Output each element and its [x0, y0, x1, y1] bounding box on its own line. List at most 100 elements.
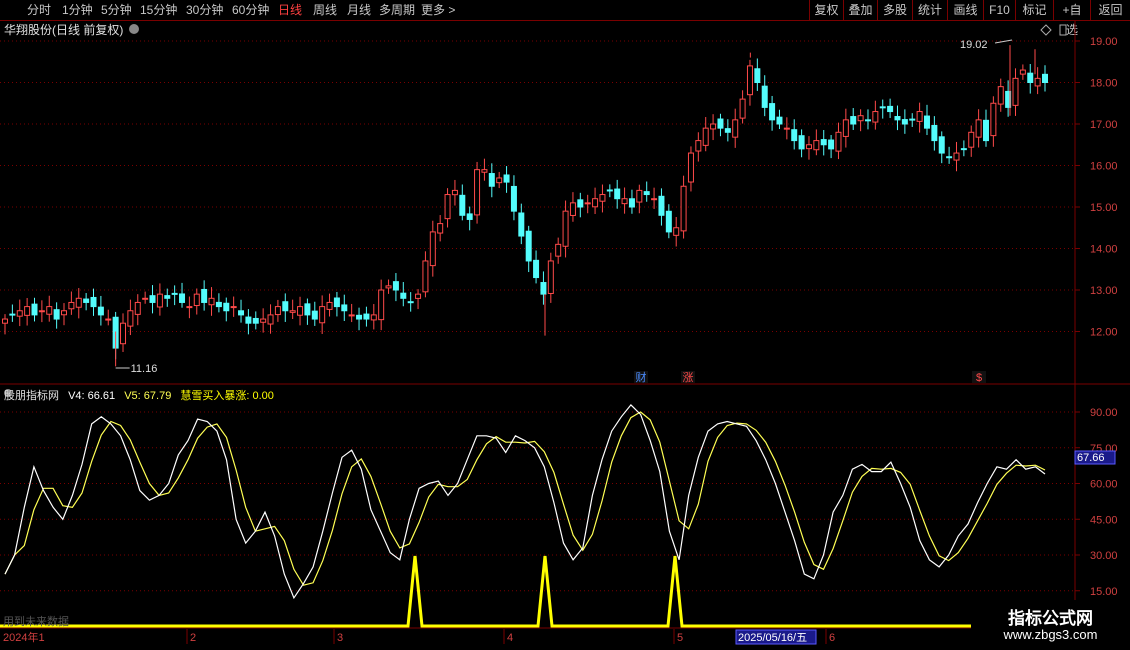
candle-body	[156, 293, 163, 308]
candle-body	[208, 297, 215, 306]
candle-body	[164, 295, 171, 299]
candle-body	[2, 318, 8, 324]
diamond-icon[interactable]	[1040, 24, 1052, 36]
candle-body	[975, 119, 982, 138]
candle-body	[879, 106, 886, 109]
candle-body	[400, 292, 407, 299]
candle-body	[746, 65, 753, 96]
candle-body	[805, 144, 812, 150]
candle-body	[459, 194, 466, 216]
candle-body	[599, 194, 606, 202]
future-data-label: 用到未来数据	[3, 614, 69, 628]
candle-body	[923, 115, 930, 129]
candle-body	[252, 317, 259, 324]
candle-body	[61, 310, 68, 316]
candle-body	[739, 98, 746, 119]
candle-body	[872, 111, 879, 123]
candle-body	[201, 288, 208, 303]
candle-body	[658, 195, 665, 216]
v5-readout: V5: 67.79	[124, 390, 172, 402]
indicator-tick-label: 60.00	[1090, 479, 1118, 491]
candle-body	[378, 289, 385, 321]
watermark: 指标公式网 www.zbgs3.com	[971, 600, 1130, 650]
candle-body	[422, 260, 429, 293]
dropdown-icon[interactable]	[129, 24, 139, 34]
candle-body	[311, 310, 318, 320]
candle-body	[997, 86, 1004, 105]
watermark-url: www.zbgs3.com	[1003, 627, 1098, 642]
price-tick-label: 14.00	[1090, 244, 1118, 256]
candle-body	[651, 198, 658, 201]
signal-line	[0, 555, 1075, 628]
candle-body	[1042, 73, 1048, 83]
v5-line	[4, 411, 1046, 586]
candle-body	[415, 293, 422, 299]
candle-body	[533, 259, 540, 279]
candle-body	[46, 306, 53, 315]
panel-icon[interactable]	[1059, 24, 1067, 36]
candle-body	[592, 198, 599, 208]
candle-body	[385, 285, 392, 289]
price-tick-label: 12.00	[1090, 327, 1118, 339]
candle-body	[134, 301, 141, 315]
candle-body	[960, 148, 967, 151]
candle-body	[636, 189, 643, 203]
candle-body	[695, 140, 702, 152]
candle-body	[1012, 77, 1019, 106]
candle-body	[481, 169, 488, 173]
candle-body	[333, 297, 340, 308]
indicator-tick-label: 45.00	[1090, 514, 1118, 526]
indicator-tick-label: 90.00	[1090, 407, 1118, 419]
candle-body	[274, 306, 281, 316]
candle-body	[289, 310, 296, 313]
candle-body	[1027, 72, 1034, 84]
month-label: 2	[190, 632, 196, 644]
candle-body	[260, 318, 267, 323]
candle-body	[120, 322, 127, 345]
candle-body	[990, 102, 997, 137]
candle-body	[245, 316, 252, 324]
candle-body	[776, 116, 783, 125]
indicator-tick-label: 30.00	[1090, 550, 1118, 562]
candle-body	[319, 306, 326, 324]
candle-body	[783, 127, 790, 130]
candle-body	[171, 292, 178, 295]
event-marker: 涨	[683, 371, 694, 384]
candle-body	[238, 310, 245, 316]
candle-body	[75, 297, 82, 308]
chart-area[interactable]: 19.00 18.00 17.00 16.00 15.00 14.00 13.00 12.00…	[0, 0, 1130, 650]
low-label: 11.16	[131, 363, 158, 375]
candle-body	[606, 189, 613, 192]
current-value-label: 67.66	[1077, 452, 1105, 464]
candle-body	[267, 314, 274, 325]
candle-body	[717, 118, 724, 129]
footer-year-label: 2024年1	[3, 630, 45, 644]
candle-body	[326, 301, 333, 310]
candle-body	[142, 297, 149, 300]
candle-body	[555, 243, 562, 257]
indicator-tick-label: 15.00	[1090, 586, 1118, 598]
candle-body	[1019, 69, 1026, 75]
candle-body	[938, 136, 945, 154]
candle-body	[230, 306, 237, 309]
candle-body	[680, 185, 687, 232]
candle-body	[444, 194, 451, 220]
watermark-title: 指标公式网	[1008, 609, 1093, 628]
candle-body	[510, 185, 517, 212]
candle-body	[673, 227, 680, 236]
candle-body	[614, 188, 621, 200]
candle-body	[665, 210, 672, 233]
candle-body	[38, 310, 45, 313]
candle-body	[953, 152, 960, 161]
candle-body	[186, 306, 193, 309]
candle-body	[931, 124, 938, 142]
candle-body	[982, 119, 989, 142]
candle-body	[842, 119, 849, 137]
cursor-date-label: 2025/05/16/五	[738, 632, 807, 644]
candle-body	[407, 301, 414, 304]
candle-body	[503, 174, 510, 183]
candle-body	[621, 198, 628, 205]
candle-body	[149, 295, 156, 303]
candle-body	[798, 135, 805, 150]
high-arrow	[994, 39, 1013, 44]
